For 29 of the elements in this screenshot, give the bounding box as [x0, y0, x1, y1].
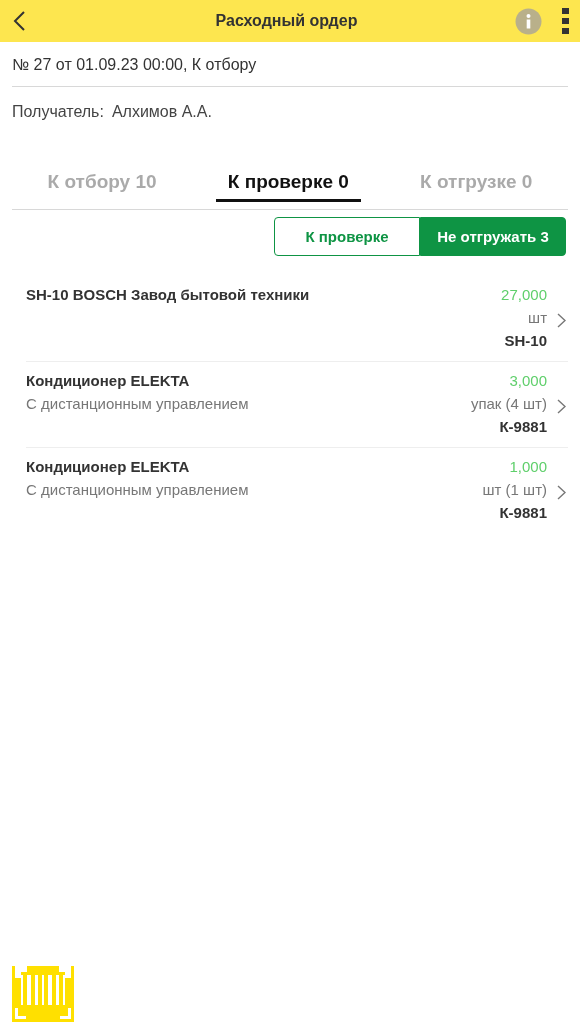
recipient-name: Алхимов А.А.	[111, 103, 212, 121]
item-article: К-9881	[499, 504, 547, 521]
filter-button[interactable]: Не отгружать 3	[420, 217, 566, 256]
chevron-right-icon	[557, 399, 566, 414]
item-quantity: 3,000	[509, 372, 547, 389]
item-name: Кондиционер ELEKTA	[26, 458, 191, 475]
item-unit: шт	[528, 309, 547, 326]
more-menu-icon[interactable]	[562, 8, 570, 34]
recipient-label: Получатель:	[12, 103, 104, 121]
item-unit: шт (1 шт)	[482, 481, 547, 498]
item-quantity: 1,000	[509, 458, 547, 475]
item-article: К-9881	[499, 418, 547, 435]
item-quantity: 27,000	[501, 286, 547, 303]
back-icon[interactable]	[12, 10, 28, 32]
screen-title: Расходный ордер	[214, 12, 359, 30]
tab[interactable]: К проверке 0	[215, 171, 361, 202]
goods-row[interactable]: SH-10 BOSCH Завод бытовой техники 27,000 шт SH-10	[26, 278, 568, 362]
item-description: С дистанционным управлением	[26, 481, 250, 498]
goods-row[interactable]: Кондиционер ELEKTA С дистанционным управлением 3,000 упак (4 шт) К-9881	[26, 362, 568, 448]
item-description: С дистанционным управлением	[26, 395, 250, 412]
item-name: SH-10 BOSCH Завод бытовой техники	[26, 286, 311, 303]
goods-row[interactable]: Кондиционер ELEKTA С дистанционным управлением 1,000 шт (1 шт) К-9881	[26, 448, 568, 533]
document-info: № 27 от 01.09.23 00:00, К отбору	[12, 42, 568, 87]
item-name: Кондиционер ELEKTA	[26, 372, 191, 389]
chevron-right-icon	[557, 313, 566, 328]
chevron-right-icon	[557, 485, 566, 500]
filter-button[interactable]: К проверке	[274, 217, 420, 256]
item-unit: упак (4 шт)	[470, 395, 547, 412]
item-article: SH-10	[504, 332, 547, 349]
